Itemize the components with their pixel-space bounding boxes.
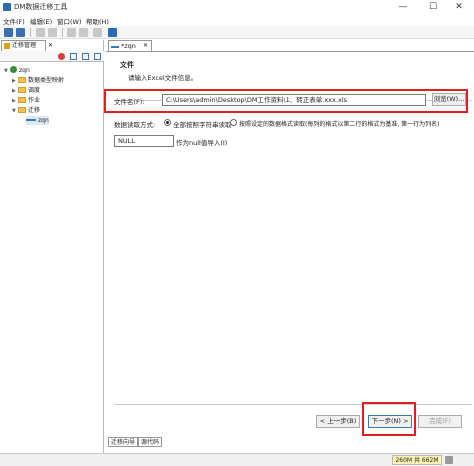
tree-item-job[interactable]: ▶ 作业 [12, 96, 40, 105]
title-bar: DM数据迁移工具 — ☐ ✕ [0, 0, 474, 14]
section-description: 请输入Excel文件信息。 [128, 74, 198, 82]
file-label: 文件名(F): [114, 98, 145, 106]
radio-read-by-format[interactable] [230, 119, 237, 126]
folder-open-icon [18, 107, 26, 113]
folder-icon [18, 87, 26, 93]
copy-icon[interactable] [36, 28, 45, 37]
tab-migration-manager[interactable]: 迁移管理 ✕ [1, 40, 53, 51]
browse-button[interactable]: 浏览(W)... [432, 93, 466, 106]
tab-label: 迁移管理 [12, 42, 37, 49]
minimize-button[interactable]: — [388, 0, 418, 14]
file-path-input[interactable]: C:\Users\admin\Desktop\DM工作资料\1、转正表单.xxx… [162, 94, 426, 106]
menu-bar: 文件(F) 编辑(E) 窗口(W) 帮助(H) [0, 14, 474, 26]
status-bar: 260M 共 662M [0, 453, 474, 466]
radio-read-as-string-label[interactable]: 全部按照字符串读取 [173, 119, 232, 129]
database-icon [10, 66, 17, 73]
paste-icon[interactable] [48, 28, 57, 37]
toolbar-separator [30, 28, 31, 37]
tab-editor-zqn[interactable]: *zqn ✕ [108, 40, 152, 51]
forward-icon[interactable] [79, 28, 88, 37]
section-title: 文件 [120, 61, 134, 69]
radio-read-by-format-label[interactable]: 按照设定的数据格式读取(每列的格式以第二行的格式为基准, 第一行为列名) [239, 119, 440, 128]
tab-label: *zqn [121, 42, 136, 50]
migration-icon [111, 45, 119, 48]
tree-item-migration-zqn[interactable]: zqn [26, 116, 49, 125]
toolbar [0, 26, 474, 39]
back-button[interactable]: < 上一步(B) [316, 415, 360, 428]
menu-window[interactable]: 窗口(W) [57, 16, 82, 26]
tab-source-code[interactable]: 源代码 [138, 437, 163, 447]
migration-manager-panel: 迁移管理 ✕ ▼ zqn ▶ 数据类型映射 ▶ 调度 ▶ 作业 ▼ 迁移 zqn [0, 40, 104, 466]
import-icon[interactable] [70, 53, 77, 60]
null-value-input[interactable]: NULL [114, 135, 174, 147]
connect-icon[interactable] [58, 53, 65, 60]
dropdown-icon[interactable] [93, 28, 102, 37]
editor-panel: *zqn ✕ 文件 请输入Excel文件信息。 文件名(F): C:\Users… [104, 40, 474, 466]
finish-button[interactable]: 完成(F) [418, 415, 462, 428]
tree-item-migration[interactable]: ▼ 迁移 [12, 106, 40, 115]
tab-migration-wizard[interactable]: 迁移向导 [108, 437, 139, 447]
menu-file[interactable]: 文件(F) [3, 16, 25, 26]
save-all-icon[interactable] [16, 28, 25, 37]
trash-icon[interactable] [445, 456, 453, 464]
toolbar-separator [62, 28, 63, 37]
window-title: DM数据迁移工具 [14, 3, 68, 11]
memory-indicator: 260M 共 662M [392, 455, 442, 465]
next-button[interactable]: 下一步(N) > [368, 415, 412, 428]
export-icon[interactable] [82, 53, 89, 60]
tree-item-type-mapping[interactable]: ▶ 数据类型映射 [12, 76, 64, 85]
null-import-label: 作为null值导入(I) [176, 139, 228, 147]
menu-edit[interactable]: 编辑(E) [30, 16, 52, 26]
read-mode-label: 数据读取方式: [114, 121, 156, 129]
migration-icon [26, 116, 36, 121]
menu-help[interactable]: 帮助(H) [86, 16, 109, 26]
app-icon [3, 3, 11, 11]
back-icon[interactable] [67, 28, 76, 37]
close-icon[interactable]: ✕ [143, 41, 148, 51]
close-icon[interactable]: ✕ [48, 41, 53, 51]
tree-item-schedule[interactable]: ▶ 调度 [12, 86, 40, 95]
save-icon[interactable] [4, 28, 13, 37]
panel-toolbar [0, 51, 104, 62]
tree-root[interactable]: ▼ zqn [4, 66, 30, 75]
folder-icon [18, 97, 26, 103]
collapse-icon[interactable] [94, 53, 101, 60]
close-button[interactable]: ✕ [444, 0, 474, 14]
radio-read-as-string[interactable] [164, 119, 171, 126]
footer-divider [114, 404, 472, 405]
folder-icon [4, 43, 10, 49]
folder-icon [18, 77, 26, 83]
tab-divider [106, 51, 474, 52]
home-icon[interactable] [108, 28, 117, 37]
